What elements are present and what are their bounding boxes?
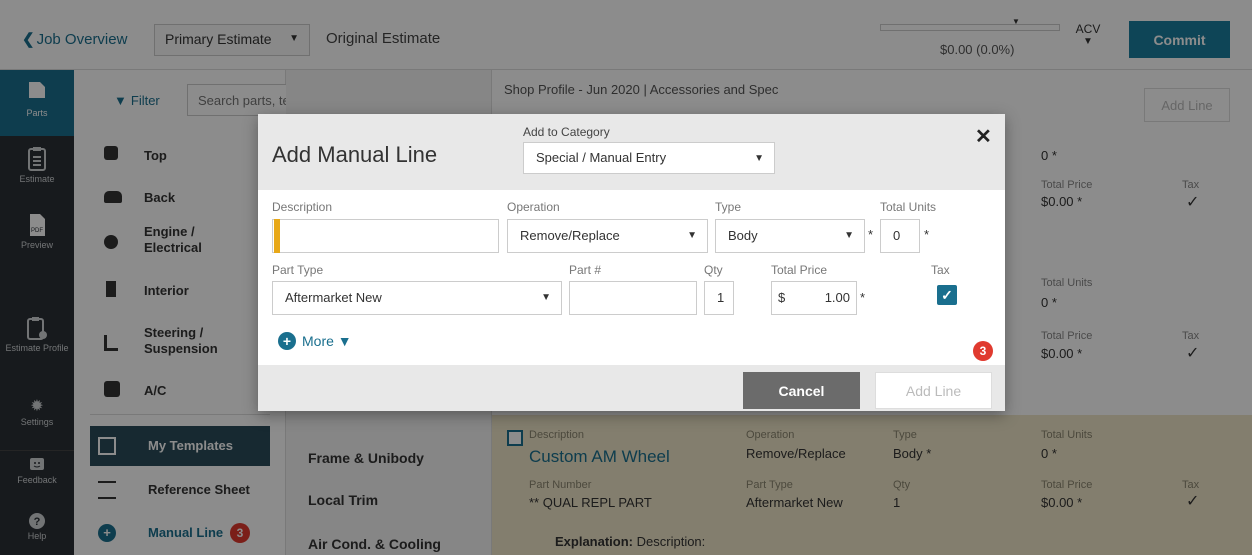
check-icon: ✓ [941, 287, 953, 303]
close-icon[interactable]: ✕ [975, 124, 992, 149]
part-number-input[interactable] [569, 281, 697, 315]
cancel-button[interactable]: Cancel [743, 372, 860, 409]
add-manual-line-dialog: Add Manual Line Add to Category Special … [258, 114, 1005, 411]
dialog-header: Add Manual Line Add to Category Special … [258, 114, 1005, 190]
type-label: Type [715, 200, 742, 214]
type-required-mark: * [868, 227, 874, 242]
part-number-label: Part # [569, 263, 602, 277]
category-select[interactable]: Special / Manual Entry ▼ [523, 142, 775, 174]
caret-down-icon: ▼ [754, 153, 764, 164]
dialog-title: Add Manual Line [272, 142, 438, 167]
caret-down-icon: ▼ [844, 230, 854, 241]
qty-label: Qty [704, 263, 723, 277]
caret-down-icon: ▼ [541, 292, 551, 303]
tax-label: Tax [931, 263, 950, 277]
units-required-mark: * [924, 227, 930, 242]
tax-checkbox[interactable]: ✓ [937, 285, 957, 305]
qty-input[interactable]: 1 [704, 281, 734, 315]
plus-circle-icon: + [278, 332, 296, 350]
type-select[interactable]: Body ▼ [715, 219, 865, 253]
step-badge: 3 [973, 341, 993, 361]
part-type-select[interactable]: Aftermarket New ▼ [272, 281, 562, 315]
total-price-label: Total Price [771, 263, 828, 277]
currency-symbol: $ [778, 290, 786, 305]
part-type-label: Part Type [272, 263, 324, 277]
more-toggle[interactable]: + More ▼ [278, 332, 352, 350]
total-units-input[interactable]: 0 [880, 219, 920, 253]
operation-select[interactable]: Remove/Replace ▼ [507, 219, 708, 253]
description-label: Description [272, 200, 333, 214]
total-units-label: Total Units [880, 200, 937, 214]
required-field-marker [274, 219, 280, 253]
caret-down-icon: ▼ [687, 230, 697, 241]
category-label: Add to Category [523, 125, 610, 139]
price-required-mark: * [860, 290, 866, 305]
description-input[interactable] [272, 219, 499, 253]
add-line-button[interactable]: Add Line [875, 372, 992, 409]
operation-label: Operation [507, 200, 560, 214]
total-price-input[interactable]: $ 1.00 [771, 281, 857, 315]
